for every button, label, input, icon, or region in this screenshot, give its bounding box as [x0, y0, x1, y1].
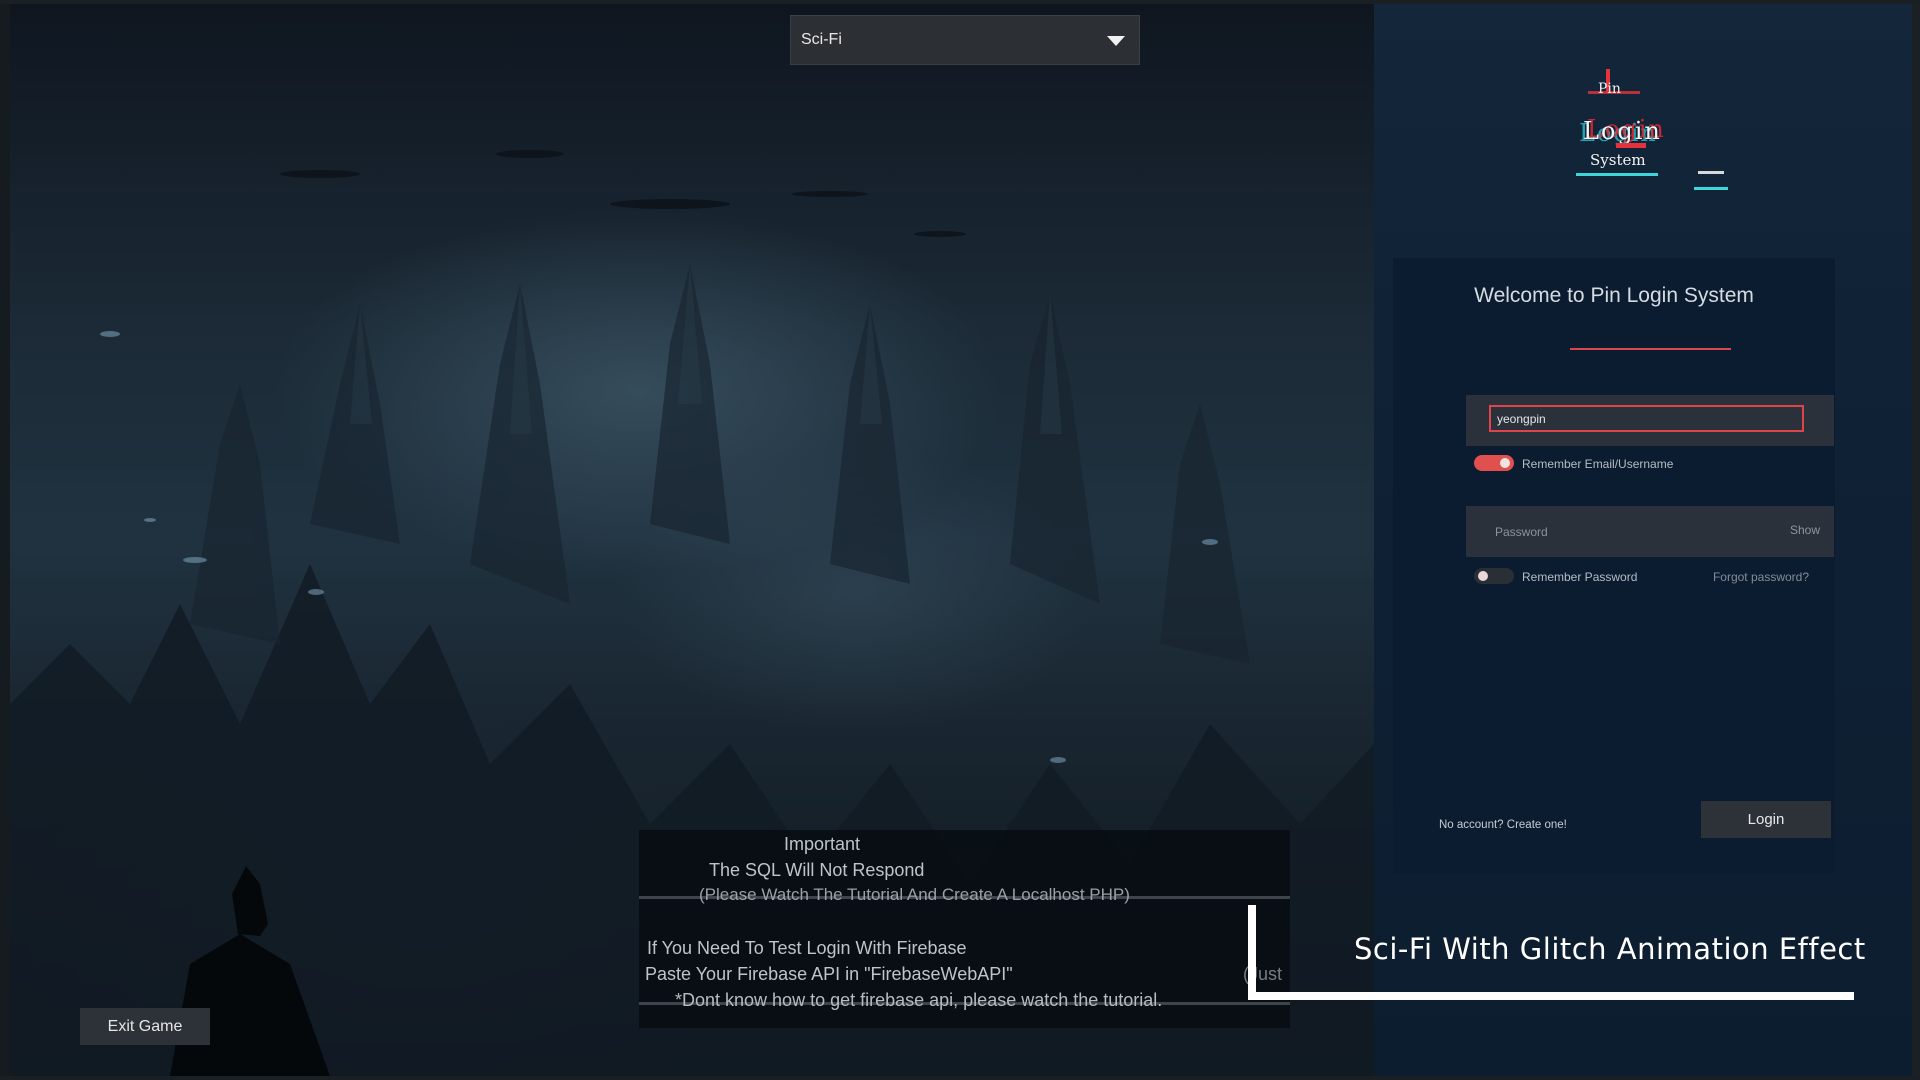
show-password-button[interactable]: Show — [1790, 523, 1820, 537]
frame-border-right — [1912, 0, 1920, 1080]
create-account-link[interactable]: No account? Create one! — [1439, 819, 1567, 831]
theme-dropdown-value: Sci-Fi — [801, 31, 842, 48]
logo-line-3: System — [1590, 151, 1646, 169]
notice-sql-text: The SQL Will Not Respond — [709, 860, 925, 880]
notice-howto-text: *Dont know how to get firebase api, plea… — [675, 990, 1163, 1010]
toggle-knob — [1500, 458, 1510, 468]
glitch-scanline — [639, 896, 1290, 899]
notice-paste-text: Paste Your Firebase API in "FirebaseWebA… — [645, 964, 1013, 984]
frame-border-top — [0, 0, 1920, 4]
video-caption: Sci-Fi With Glitch Animation Effect — [1354, 932, 1866, 966]
theme-dropdown[interactable]: Sci-Fi — [790, 15, 1140, 65]
notice-tutorial-text: (Please Watch The Tutorial And Create A … — [699, 885, 1130, 904]
title-divider — [1570, 348, 1731, 350]
glitch-bar — [1698, 171, 1724, 174]
notice-firebase-text: If You Need To Test Login With Firebase — [647, 938, 967, 958]
caption-bracket-vertical — [1248, 905, 1256, 1000]
glitch-logo: Pin Login Login Login System — [1570, 55, 1730, 205]
game-screen: Sci-Fi Pin Login Login Login System Welc… — [0, 0, 1920, 1080]
remember-password-label: Remember Password — [1522, 570, 1638, 584]
caption-bracket-horizontal — [1248, 992, 1854, 1000]
frame-border-left — [0, 0, 10, 1080]
login-button[interactable]: Login — [1701, 801, 1831, 838]
important-notice-panel: Important The SQL Will Not Respond (Plea… — [639, 830, 1290, 1028]
glitch-bar — [1694, 187, 1728, 190]
forgot-password-link[interactable]: Forgot password? — [1713, 570, 1809, 584]
remember-password-toggle[interactable] — [1474, 568, 1514, 584]
login-card: Welcome to Pin Login System Remember Ema… — [1393, 258, 1835, 874]
password-input[interactable] — [1489, 518, 1781, 545]
logo-line-2: Login — [1583, 117, 1662, 145]
welcome-title: Welcome to Pin Login System — [1474, 284, 1754, 307]
exit-game-button[interactable]: Exit Game — [80, 1008, 210, 1045]
glitch-bar — [1576, 173, 1658, 176]
notice-title: Important — [784, 834, 861, 854]
logo-line-1: Pin — [1598, 81, 1621, 97]
username-input[interactable] — [1489, 405, 1804, 432]
chevron-down-icon — [1107, 36, 1125, 46]
remember-username-label: Remember Email/Username — [1522, 457, 1674, 471]
remember-username-toggle[interactable] — [1474, 455, 1514, 471]
frame-border-bottom — [0, 1076, 1920, 1080]
glitch-bar — [1616, 143, 1646, 148]
password-field-container: Show — [1466, 506, 1834, 557]
username-field-container — [1466, 395, 1834, 446]
toggle-knob — [1478, 571, 1488, 581]
